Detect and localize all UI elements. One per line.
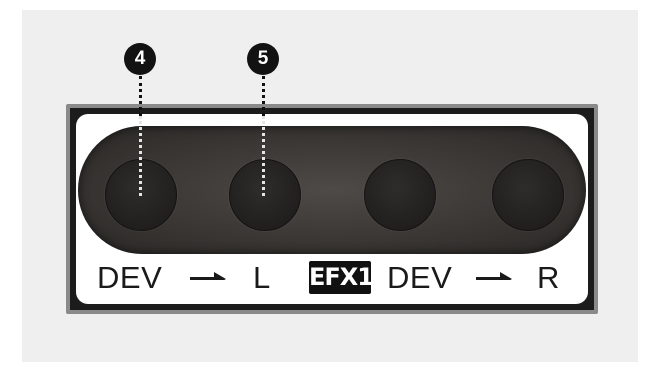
- label-dev-right: DEV: [387, 260, 453, 295]
- label-channel-right: R: [537, 260, 560, 295]
- label-dev-left: DEV: [97, 260, 163, 295]
- right-arrow-icon: [476, 272, 512, 280]
- efx1-badge: EFX1: [309, 261, 374, 294]
- callout-4-leader-lower: [139, 116, 142, 196]
- callout-5-leader-upper: [262, 76, 265, 116]
- callout-5-leader-lower: [262, 116, 265, 196]
- jack-4[interactable]: [492, 159, 564, 231]
- right-arrow-icon: [190, 272, 226, 280]
- callout-badge-4: 4: [124, 43, 156, 75]
- jack-2[interactable]: [229, 159, 301, 231]
- callout-badge-5: 5: [247, 43, 279, 75]
- callout-4-leader-upper: [139, 76, 142, 116]
- jack-3[interactable]: [364, 159, 436, 231]
- label-channel-left: L: [253, 260, 271, 295]
